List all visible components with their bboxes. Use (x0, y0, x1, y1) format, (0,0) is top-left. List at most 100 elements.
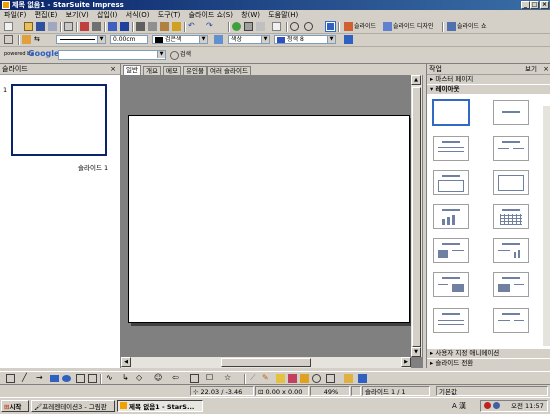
vertical-scrollbar[interactable]: ▲ ▼ (411, 75, 422, 357)
open-icon[interactable] (24, 22, 33, 31)
task-paint[interactable]: 🖌프레젠테이션3 - 그림판 (31, 400, 115, 412)
slideshow-button[interactable]: 슬라이드 쇼 (457, 22, 487, 32)
line-icon[interactable] (22, 35, 31, 44)
search-button[interactable]: 검색 (180, 50, 191, 60)
edit-file-icon[interactable] (64, 22, 73, 31)
layout-title-chart[interactable] (433, 204, 469, 229)
menu-edit[interactable]: 편집(E) (35, 11, 58, 19)
horizontal-scroll-thumb[interactable] (221, 358, 311, 367)
slideshow-icon[interactable] (447, 22, 456, 31)
points-icon[interactable]: ⟋ (250, 374, 259, 383)
fontwork-icon[interactable] (276, 374, 285, 383)
slide-thumbnail[interactable] (11, 84, 107, 156)
section-layouts[interactable]: ▾ 레이아웃 (427, 85, 550, 94)
layout-title-box[interactable] (433, 170, 469, 195)
area-icon[interactable] (214, 35, 223, 44)
tab-slide-sorter[interactable]: 여러 슬라이드 (207, 66, 251, 75)
section-master-pages[interactable]: ▸ 마스터 페이지 (427, 75, 550, 84)
layout-four-objects[interactable] (433, 308, 469, 333)
menu-format[interactable]: 서식(O) (126, 11, 150, 19)
rectangle-icon[interactable] (50, 375, 59, 382)
menu-view[interactable]: 보기(V) (66, 11, 89, 19)
extrusion-icon[interactable] (358, 374, 367, 383)
tab-outline[interactable]: 개요 (143, 66, 161, 75)
grid-icon[interactable] (272, 22, 281, 31)
slide-design-icon[interactable] (383, 22, 392, 31)
slide-icon[interactable] (344, 22, 353, 31)
line-style-select[interactable]: ▼ (56, 35, 106, 44)
print-icon[interactable] (92, 22, 101, 31)
block-arrows-icon[interactable]: ⇦ (172, 374, 181, 383)
help-icon[interactable] (325, 21, 336, 32)
cut-icon[interactable] (136, 22, 145, 31)
section-custom-animation[interactable]: ▸ 사용자 지정 애니메이션 (427, 349, 550, 358)
select-icon[interactable] (6, 374, 15, 383)
vertical-scroll-thumb[interactable] (412, 87, 421, 347)
minimize-button[interactable]: _ (521, 1, 530, 9)
symbol-shapes-icon[interactable]: ☺ (154, 374, 163, 383)
tab-handout[interactable]: 유인물 (183, 66, 207, 75)
ime-indicator[interactable]: A 漢 (452, 401, 466, 411)
slide-button[interactable]: 슬라이드 (354, 22, 376, 32)
menu-help[interactable]: 도움말(H) (268, 11, 298, 19)
tasks-scrollbar[interactable] (543, 106, 550, 346)
glue-points-icon[interactable]: ✎ (262, 374, 271, 383)
network-icon[interactable] (493, 402, 500, 409)
curve-icon[interactable]: ∿ (106, 374, 115, 383)
close-pane-icon[interactable]: × (110, 64, 116, 74)
callouts-icon[interactable]: ☐ (206, 374, 215, 383)
layout-object-text[interactable] (493, 272, 529, 297)
tab-normal[interactable]: 일반 (123, 65, 141, 75)
security-icon[interactable] (484, 402, 491, 409)
chart-icon[interactable] (232, 22, 241, 31)
table-icon[interactable] (244, 22, 253, 31)
arrange-icon[interactable] (344, 374, 353, 383)
zoom-icon[interactable] (304, 22, 313, 31)
search-icon[interactable] (170, 51, 179, 60)
layout-text-chart[interactable] (493, 238, 529, 263)
layout-vertical-text[interactable] (493, 308, 529, 333)
shadow-icon[interactable] (344, 35, 353, 44)
layout-centered-box[interactable] (493, 170, 529, 195)
start-button[interactable]: ⊞시작 (1, 400, 29, 412)
scroll-left-icon[interactable]: ◀ (121, 357, 131, 367)
menu-tools[interactable]: 도구(T) (158, 11, 181, 19)
tab-notes[interactable]: 메모 (163, 66, 181, 75)
layout-title-only[interactable] (493, 100, 529, 125)
callout-icon[interactable] (88, 374, 97, 383)
save-icon[interactable] (36, 22, 45, 31)
close-pane-icon[interactable]: × (543, 64, 549, 74)
ellipse-icon[interactable] (62, 375, 71, 382)
maximize-button[interactable]: □ (530, 1, 539, 9)
format-paintbrush-icon[interactable] (172, 22, 181, 31)
copy-icon[interactable] (148, 22, 157, 31)
scroll-right-icon[interactable]: ▶ (401, 357, 411, 367)
layout-title-table[interactable] (493, 204, 529, 229)
text-icon[interactable] (76, 374, 85, 383)
menu-insert[interactable]: 삽입(I) (97, 11, 117, 19)
fill-color-select[interactable]: 청색 8 ▼ (274, 35, 336, 44)
spellcheck-icon[interactable] (108, 22, 117, 31)
basic-shapes-icon[interactable]: ◇ (136, 374, 145, 383)
layout-title-content[interactable] (433, 136, 469, 161)
line-width-input[interactable]: 0.00cm (110, 35, 148, 44)
layout-clipart-text[interactable] (433, 238, 469, 263)
autospell-icon[interactable] (120, 22, 129, 31)
zoom-level[interactable]: 49% (310, 386, 350, 396)
new-icon[interactable] (4, 22, 13, 31)
close-button[interactable]: × (540, 1, 549, 9)
fill-mode-select[interactable]: 색상 ▼ (228, 35, 270, 44)
styles-icon[interactable] (4, 35, 13, 44)
layout-text-object[interactable] (433, 272, 469, 297)
slide-canvas[interactable] (128, 115, 410, 323)
line-tool-icon[interactable]: ╱ (22, 374, 31, 383)
gallery-icon[interactable] (300, 374, 309, 383)
arrow-tool-icon[interactable]: → (36, 374, 45, 383)
layout-blank[interactable] (432, 99, 470, 126)
menu-window[interactable]: 창(W) (241, 11, 260, 19)
undo-icon[interactable]: ↶ (188, 22, 197, 31)
email-icon[interactable] (48, 22, 57, 31)
connector-icon[interactable]: ↳ (122, 374, 131, 383)
horizontal-scrollbar[interactable]: ◀ ▶ (121, 357, 411, 368)
menu-file[interactable]: 파일(F) (4, 11, 26, 19)
